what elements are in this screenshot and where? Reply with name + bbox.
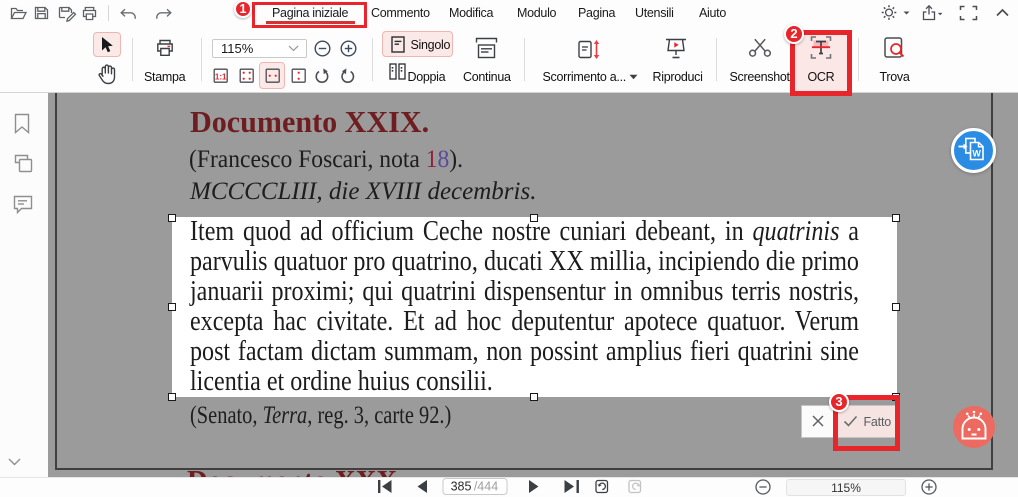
svg-text:1:1: 1:1 <box>215 72 227 81</box>
svg-text:385: 385 <box>451 480 472 494</box>
svg-text:/444: /444 <box>474 480 498 494</box>
svg-text:W: W <box>972 149 981 159</box>
